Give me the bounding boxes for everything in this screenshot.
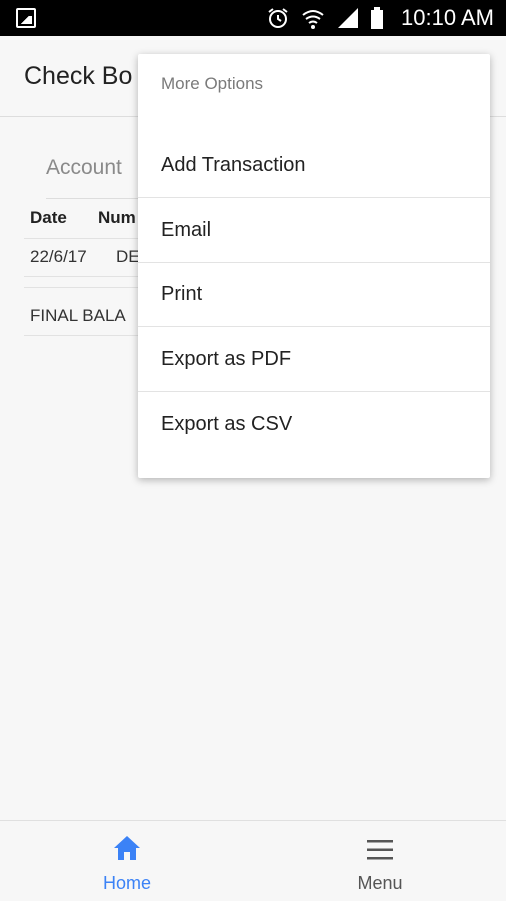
menu-item-export-pdf[interactable]: Export as PDF (138, 328, 490, 392)
row-num: DE (116, 247, 140, 266)
account-selector[interactable]: Account (46, 156, 122, 180)
final-balance-label: FINAL BALA (30, 306, 126, 325)
home-icon (114, 836, 140, 860)
nav-menu-label: Menu (357, 873, 403, 893)
signal-icon (338, 8, 358, 28)
menu-title: More Options (161, 74, 264, 93)
gallery-icon (16, 8, 36, 28)
alarm-icon (268, 8, 288, 28)
menu-item-print[interactable]: Print (138, 263, 490, 327)
account-underline (46, 198, 146, 199)
app-title: Check Bo (24, 62, 133, 90)
nav-home-label: Home (102, 873, 151, 893)
row-date: 22/6/17 (30, 247, 87, 266)
menu-item-email[interactable]: Email (138, 199, 490, 263)
header-num: Num (98, 208, 136, 227)
more-options-menu: More Options Add Transaction Email Print… (138, 54, 490, 478)
status-icons (266, 6, 384, 30)
bottom-nav: Home Menu (0, 820, 506, 901)
header-date: Date (30, 208, 67, 227)
nav-home-button[interactable]: Home (47, 821, 207, 901)
nav-menu-button[interactable]: Menu (300, 821, 460, 901)
menu-item-add-transaction[interactable]: Add Transaction (138, 134, 490, 198)
battery-icon (371, 7, 383, 29)
wifi-icon (302, 10, 324, 29)
status-time: 10:10 AM (401, 5, 494, 30)
status-bar: 10:10 AM (0, 0, 506, 36)
menu-item-export-csv[interactable]: Export as CSV (138, 392, 490, 456)
hamburger-icon (367, 840, 393, 860)
